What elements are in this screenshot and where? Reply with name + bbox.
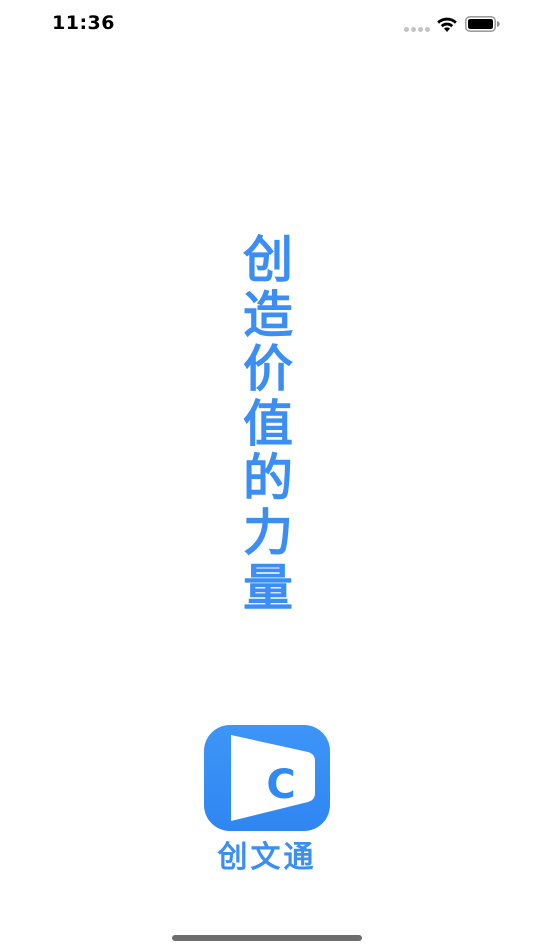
status-bar: 11:36 bbox=[0, 0, 534, 50]
slogan-char: 值 bbox=[243, 394, 293, 453]
signal-dots-icon bbox=[404, 26, 430, 32]
app-name: 创文通 bbox=[217, 840, 317, 875]
slogan-char: 价 bbox=[243, 340, 293, 399]
slogan-char: 力 bbox=[243, 503, 293, 562]
slogan-vertical: 创 造 价 值 的 力 量 bbox=[238, 233, 298, 615]
status-time: 11:36 bbox=[52, 12, 115, 34]
home-indicator[interactable] bbox=[172, 935, 362, 941]
splash-screen: 11:36 创 造 价 值 的 力 量 C 创文通 bbox=[0, 0, 534, 950]
slogan-char: 创 bbox=[243, 231, 293, 289]
wifi-icon bbox=[437, 17, 457, 32]
slogan-char: 的 bbox=[243, 449, 293, 508]
app-logo-letter: C bbox=[266, 762, 295, 808]
slogan-char: 量 bbox=[243, 558, 293, 617]
app-logo-icon: C bbox=[204, 725, 330, 831]
battery-icon bbox=[465, 16, 500, 32]
slogan-char: 造 bbox=[243, 285, 293, 344]
